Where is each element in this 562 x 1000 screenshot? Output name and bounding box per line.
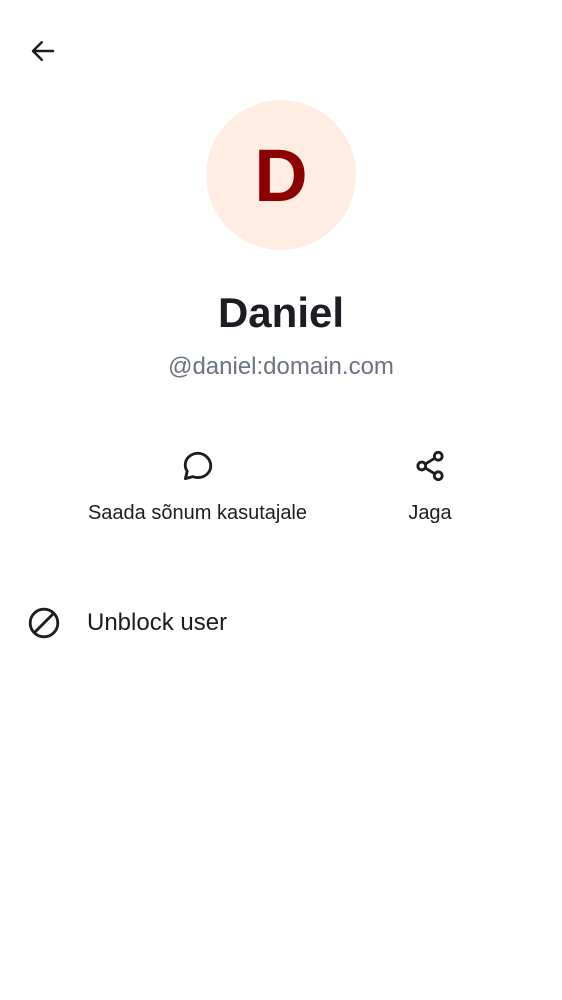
user-id: @daniel:domain.com — [168, 353, 394, 380]
chat-bubble-icon — [172, 440, 224, 492]
avatar-letter: D — [254, 134, 308, 217]
block-icon — [24, 603, 64, 643]
send-message-label: Saada sõnum kasutajale — [87, 502, 308, 524]
share-label: Jaga — [408, 502, 452, 524]
back-button[interactable] — [22, 30, 64, 72]
display-name: Daniel — [217, 289, 345, 336]
share-icon — [404, 440, 456, 492]
avatar: D — [206, 100, 356, 250]
arrow-left-icon — [31, 41, 55, 61]
send-message-button[interactable]: Saada sõnum kasutajale — [60, 440, 335, 526]
unblock-user-label: Unblock user — [87, 609, 228, 636]
share-button[interactable]: Jaga — [380, 440, 480, 526]
unblock-user-item[interactable]: Unblock user — [0, 592, 562, 654]
